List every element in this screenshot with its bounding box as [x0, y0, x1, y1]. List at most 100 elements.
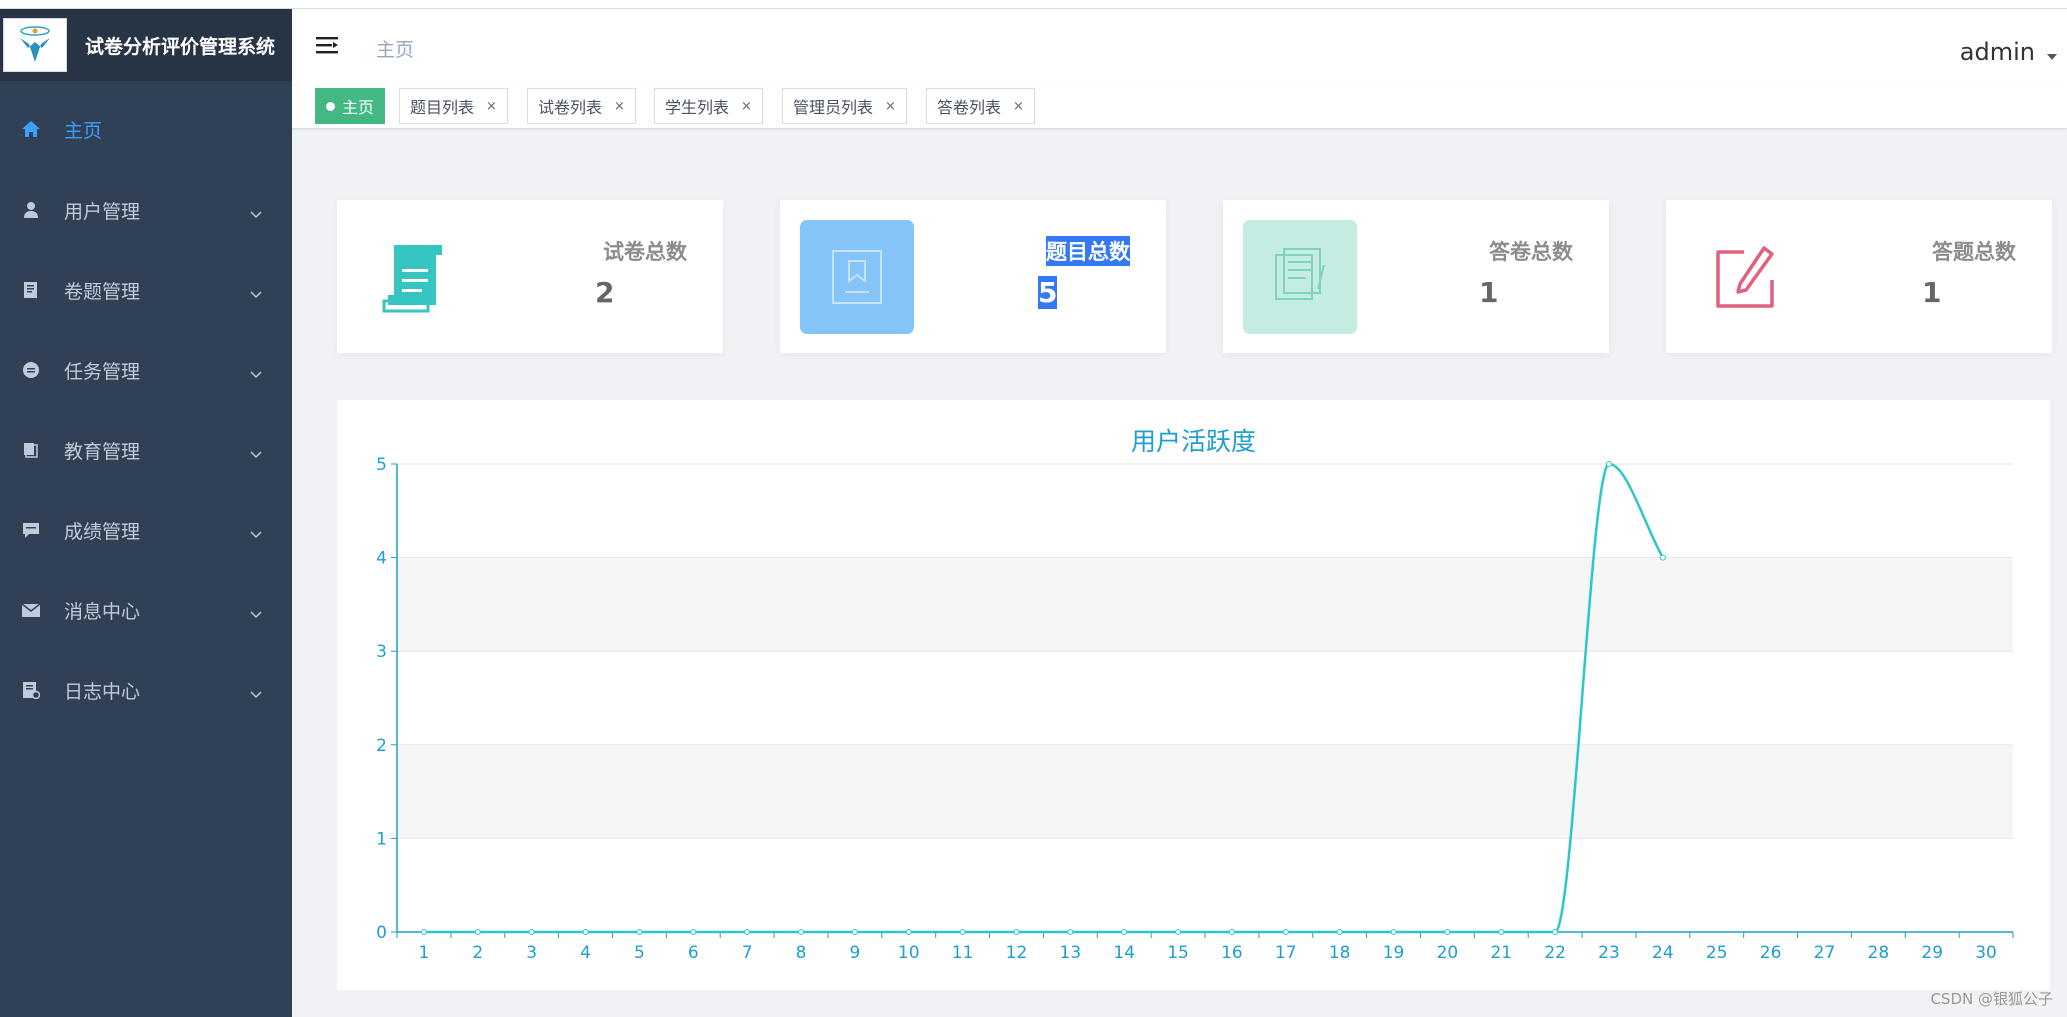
- username: admin: [1959, 38, 2035, 66]
- stat-label: 答题总数: [1932, 240, 2016, 264]
- chevron-down-icon: [250, 444, 262, 463]
- x-tick-label: 22: [1544, 943, 1566, 963]
- sidebar-item-label: 任务管理: [64, 360, 141, 383]
- data-point: [905, 929, 912, 935]
- data-point: [1013, 929, 1020, 935]
- stat-label: 题目总数: [1046, 236, 1130, 266]
- x-tick-label: 8: [796, 943, 807, 963]
- sidebar-item-label: 卷题管理: [64, 280, 141, 303]
- close-icon[interactable]: ×: [614, 99, 625, 114]
- data-point: [851, 929, 858, 935]
- x-tick-label: 7: [742, 943, 753, 963]
- x-tick-label: 28: [1868, 943, 1890, 963]
- data-point: [1390, 929, 1397, 935]
- sidebar: 试卷分析评价管理系统 主页 用户管理 卷题管理 任务管理 教育管理 成绩管理 消…: [0, 9, 292, 1017]
- sidebar-item-message-center[interactable]: 消息中心: [0, 580, 292, 640]
- sidebar-item-task-management[interactable]: 任务管理: [0, 340, 292, 400]
- x-tick-label: 24: [1652, 943, 1674, 963]
- sidebar-item-label: 主页: [64, 119, 103, 142]
- x-tick-label: 1: [419, 943, 430, 963]
- data-point: [1228, 929, 1235, 935]
- x-tick-label: 11: [952, 943, 974, 963]
- sidebar-item-grade-management[interactable]: 成绩管理: [0, 500, 292, 560]
- sidebar-item-label: 成绩管理: [64, 520, 141, 543]
- bookmark-icon: [800, 220, 914, 334]
- data-point: [474, 929, 481, 935]
- data-point: [959, 929, 966, 935]
- tag-label: 管理员列表: [793, 98, 874, 117]
- x-tick-label: 13: [1060, 943, 1082, 963]
- sidebar-item-home[interactable]: 主页: [0, 99, 292, 159]
- book-icon: [20, 279, 42, 301]
- tag-home[interactable]: 主页: [315, 88, 386, 124]
- documents-icon: [1243, 220, 1357, 334]
- chart-band: [397, 838, 2013, 932]
- data-point: [1659, 554, 1666, 561]
- sidebar-item-user-management[interactable]: 用户管理: [0, 180, 292, 240]
- user-icon: [20, 199, 42, 221]
- stat-card-papers[interactable]: 试卷总数 2: [337, 200, 723, 353]
- scroll-icon: [357, 220, 471, 334]
- chart-band: [397, 651, 2013, 745]
- y-tick-label: 0: [376, 923, 387, 943]
- stat-card-answers[interactable]: 答题总数 1: [1666, 200, 2052, 353]
- data-point: [420, 929, 427, 935]
- x-tick-label: 15: [1167, 943, 1189, 963]
- close-icon[interactable]: ×: [486, 99, 497, 114]
- data-point: [582, 929, 589, 935]
- x-tick-label: 2: [472, 943, 483, 963]
- hamburger-icon[interactable]: [316, 35, 340, 59]
- education-icon: [20, 439, 42, 461]
- user-dropdown[interactable]: admin: [1960, 38, 2057, 66]
- edit-icon: [1686, 220, 1800, 334]
- tag-student-list[interactable]: 学生列表 ×: [654, 88, 763, 124]
- stat-label: 答卷总数: [1489, 240, 1573, 264]
- x-tick-label: 9: [849, 943, 860, 963]
- data-point: [1067, 929, 1074, 935]
- tags-view: 主页 题目列表 × 试卷列表 × 学生列表 × 管理员列表 × 答卷列表 ×: [292, 81, 2067, 129]
- tag-answer-sheet-list[interactable]: 答卷列表 ×: [926, 88, 1035, 124]
- data-point: [1336, 929, 1343, 935]
- y-tick-label: 5: [376, 455, 387, 475]
- x-tick-label: 4: [580, 943, 591, 963]
- stat-label: 试卷总数: [603, 240, 687, 264]
- mail-icon: [20, 599, 42, 621]
- stat-card-answer-sheets[interactable]: 答卷总数 1: [1223, 200, 1609, 353]
- tag-label: 主页: [342, 98, 375, 117]
- x-tick-label: 6: [688, 943, 699, 963]
- close-icon[interactable]: ×: [741, 99, 752, 114]
- x-tick-label: 30: [1975, 943, 1997, 963]
- chevron-down-icon: [250, 284, 262, 303]
- chart-band: [397, 557, 2013, 652]
- tag-paper-list[interactable]: 试卷列表 ×: [527, 88, 636, 124]
- close-icon[interactable]: ×: [1013, 99, 1024, 114]
- tag-question-list[interactable]: 题目列表 ×: [399, 88, 508, 124]
- data-point: [1282, 929, 1289, 935]
- user-activity-chart-panel: 用户活跃度 0 1 2 3 4 5 1 2 3 4 5 6 7 8 9 10 11 12 13 14 15 16 17 18 1…: [337, 400, 2050, 990]
- sidebar-item-label: 用户管理: [64, 200, 141, 223]
- top-navbar: 主页 admin: [292, 9, 2067, 81]
- close-icon[interactable]: ×: [885, 99, 896, 114]
- x-tick-label: 20: [1437, 943, 1459, 963]
- y-tick-label: 3: [376, 642, 387, 662]
- tag-label: 试卷列表: [538, 98, 603, 117]
- stat-value: 2: [595, 276, 615, 309]
- sidebar-item-label: 教育管理: [64, 440, 141, 463]
- data-point: [528, 929, 535, 935]
- tag-admin-list[interactable]: 管理员列表 ×: [782, 88, 907, 124]
- data-point: [1175, 929, 1182, 935]
- sidebar-item-label: 日志中心: [64, 680, 141, 703]
- sidebar-item-education-management[interactable]: 教育管理: [0, 420, 292, 480]
- app-title: 试卷分析评价管理系统: [85, 35, 276, 58]
- sidebar-item-log-center[interactable]: 日志中心: [0, 660, 292, 720]
- sidebar-item-exam-management[interactable]: 卷题管理: [0, 260, 292, 320]
- stat-card-questions[interactable]: 题目总数 5: [780, 200, 1166, 353]
- tag-label: 题目列表: [410, 98, 475, 117]
- chevron-down-icon: [250, 204, 262, 223]
- x-tick-label: 12: [1006, 943, 1028, 963]
- y-tick-label: 2: [376, 736, 387, 756]
- x-tick-label: 21: [1490, 943, 1512, 963]
- chat-icon: [20, 519, 42, 541]
- tag-label: 学生列表: [665, 98, 730, 117]
- tag-label: 答卷列表: [937, 98, 1002, 117]
